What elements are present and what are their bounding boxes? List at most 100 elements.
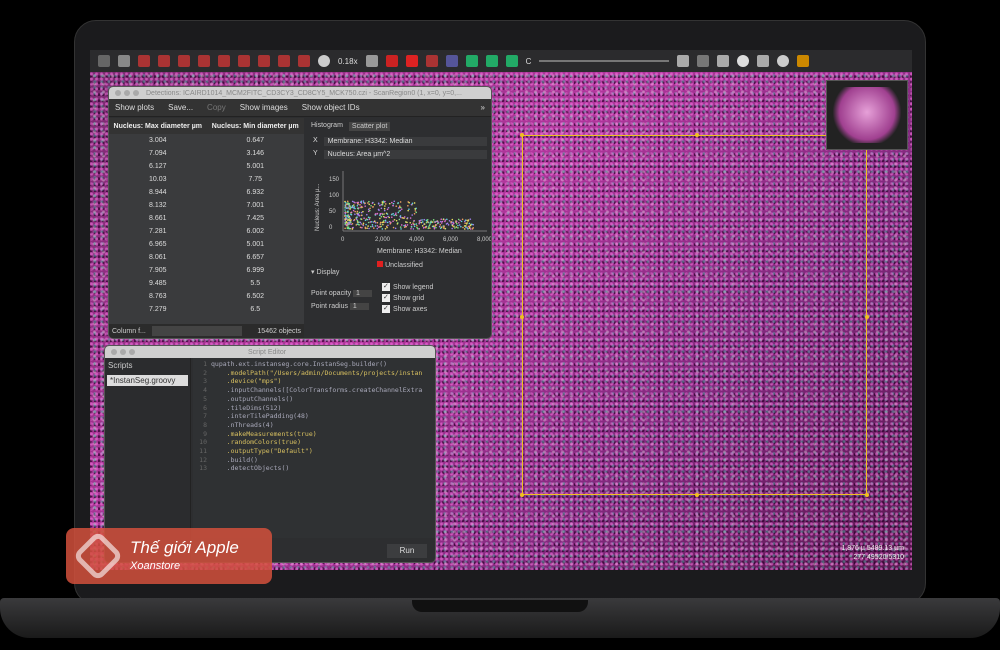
scatter-point (430, 220, 432, 223)
brightness-contrast-icon[interactable] (318, 55, 330, 67)
close-icon[interactable] (111, 349, 117, 355)
detections-titlebar[interactable]: Detections: ICAIRD1014_MCM2FITC_CD3CY3_C… (109, 87, 491, 99)
scatter-point (364, 202, 366, 204)
zoom-level[interactable]: 0.18x (338, 57, 358, 66)
script-file-item[interactable]: *InstanSeg.groovy (107, 375, 188, 386)
polygon-tool-icon[interactable] (198, 55, 210, 67)
table-cell: 6.999 (246, 267, 265, 274)
log-icon[interactable] (757, 55, 770, 67)
table-row[interactable]: 8.944 6.932 (109, 186, 304, 199)
scatter-point (455, 222, 458, 225)
show-grid-label: Show grid (392, 294, 425, 302)
settings-gear-icon[interactable] (777, 55, 790, 67)
show-detections-icon[interactable] (465, 55, 478, 67)
table-row[interactable]: 6.127 5.001 (109, 160, 304, 173)
overview-thumbnail[interactable] (826, 80, 908, 150)
column-header[interactable]: Nucleus: Min diameter µm (207, 123, 305, 130)
line-tool-icon[interactable] (178, 55, 190, 67)
table-header: Nucleus: Max diameter µm Nucleus: Min di… (109, 118, 304, 134)
main-toolbar: 0.18x C (90, 50, 912, 72)
scatter-point (352, 209, 355, 212)
measurement-table-icon[interactable] (677, 55, 690, 67)
show-tma-grid-icon[interactable] (445, 55, 458, 67)
table-row[interactable]: 7.281 6.002 (109, 225, 304, 238)
show-grid-checkbox[interactable]: ✓ Show grid (381, 294, 433, 302)
show-connections-icon[interactable] (505, 55, 518, 67)
scatter-point (356, 221, 359, 223)
zoom-to-fit-icon[interactable] (365, 55, 378, 67)
table-row[interactable]: 9.485 5.5 (109, 277, 304, 290)
scatter-point (458, 224, 461, 226)
code-editor[interactable]: 1 qupath.ext.instanseg.core.InstanSeg.bui… (193, 358, 435, 538)
column-filter-input[interactable] (151, 326, 242, 336)
scatter-point (351, 222, 354, 225)
show-images-button[interactable]: Show images (240, 103, 288, 112)
tab-scatter-plot[interactable]: Scatter plot (348, 122, 391, 131)
scatter-point (413, 202, 416, 204)
extensions-icon[interactable] (797, 55, 810, 67)
show-object-ids-button[interactable]: Show object IDs (302, 103, 360, 112)
table-row[interactable]: 8.132 7.001 (109, 199, 304, 212)
script-editor-titlebar[interactable]: Script Editor (105, 346, 435, 358)
channel-label[interactable]: C (526, 57, 532, 66)
brush-tool-icon[interactable] (238, 55, 250, 67)
maximize-icon[interactable] (133, 90, 139, 96)
scatter-point (395, 219, 398, 222)
scatter-point (435, 226, 437, 229)
scatter-point (414, 207, 416, 210)
run-button[interactable]: Run (387, 544, 427, 558)
ellipse-tool-icon[interactable] (158, 55, 170, 67)
table-cell: 7.279 (148, 306, 167, 313)
code-text: .tileDims(512) (211, 403, 282, 412)
table-row[interactable]: 10.03 7.75 (109, 173, 304, 186)
script-icon[interactable] (697, 55, 710, 67)
scatter-point (459, 219, 461, 222)
tab-histogram[interactable]: Histogram (311, 122, 343, 131)
table-row[interactable]: 8.661 7.425 (109, 212, 304, 225)
wand-tool-icon[interactable] (258, 55, 270, 67)
x-measurement-select[interactable]: Membrane: H3342: Median (323, 137, 487, 146)
selection-mode-icon[interactable] (298, 55, 310, 67)
table-row[interactable]: 7.905 6.999 (109, 264, 304, 277)
column-header[interactable]: Nucleus: Max diameter µm (109, 123, 207, 130)
show-plots-button[interactable]: Show plots (115, 103, 154, 112)
display-header[interactable]: ▾ Display (311, 268, 491, 276)
fill-annotations-icon[interactable] (405, 55, 418, 67)
maximize-icon[interactable] (129, 349, 135, 355)
fill-detections-icon[interactable] (485, 55, 498, 67)
point-opacity-spinner[interactable]: 1 (353, 290, 372, 297)
save-button[interactable]: Save... (168, 103, 193, 112)
polyline-tool-icon[interactable] (218, 55, 230, 67)
minimize-icon[interactable] (120, 349, 126, 355)
move-tool-icon[interactable] (98, 55, 110, 67)
copy-button[interactable]: Copy (207, 103, 226, 112)
opacity-slider[interactable] (539, 60, 670, 62)
rectangle-tool-icon[interactable] (138, 55, 150, 67)
table-row[interactable]: 6.965 5.001 (109, 238, 304, 251)
scatter-point (419, 221, 422, 224)
more-icon[interactable]: » (481, 103, 485, 112)
pan-tool-icon[interactable] (118, 55, 130, 67)
table-row[interactable]: 3.004 0.647 (109, 134, 304, 147)
table-row[interactable]: 7.094 3.146 (109, 147, 304, 160)
x-tick-label: 8,000 (477, 237, 492, 243)
close-icon[interactable] (115, 90, 121, 96)
show-legend-checkbox[interactable]: ✓ Show legend (381, 283, 433, 291)
rectangle-annotation[interactable] (520, 133, 869, 497)
table-row[interactable]: 8.061 6.657 (109, 251, 304, 264)
show-annotations-icon[interactable] (385, 55, 398, 67)
scatter-point (427, 221, 429, 223)
y-measurement-select[interactable]: Nucleus: Area µm^2 (323, 150, 487, 159)
minimize-icon[interactable] (124, 90, 130, 96)
help-icon[interactable] (737, 55, 750, 67)
scatter-point (444, 220, 446, 223)
table-row[interactable]: 7.279 6.5 (109, 303, 304, 316)
show-axes-checkbox[interactable]: ✓ Show axes (381, 305, 433, 313)
scatter-point (452, 223, 454, 226)
display-icon[interactable] (717, 55, 730, 67)
points-tool-icon[interactable] (278, 55, 290, 67)
table-row[interactable]: 8.763 6.502 (109, 290, 304, 303)
point-radius-spinner[interactable]: 1 (349, 303, 369, 310)
show-names-icon[interactable] (425, 55, 438, 67)
scatter-point (392, 202, 395, 205)
